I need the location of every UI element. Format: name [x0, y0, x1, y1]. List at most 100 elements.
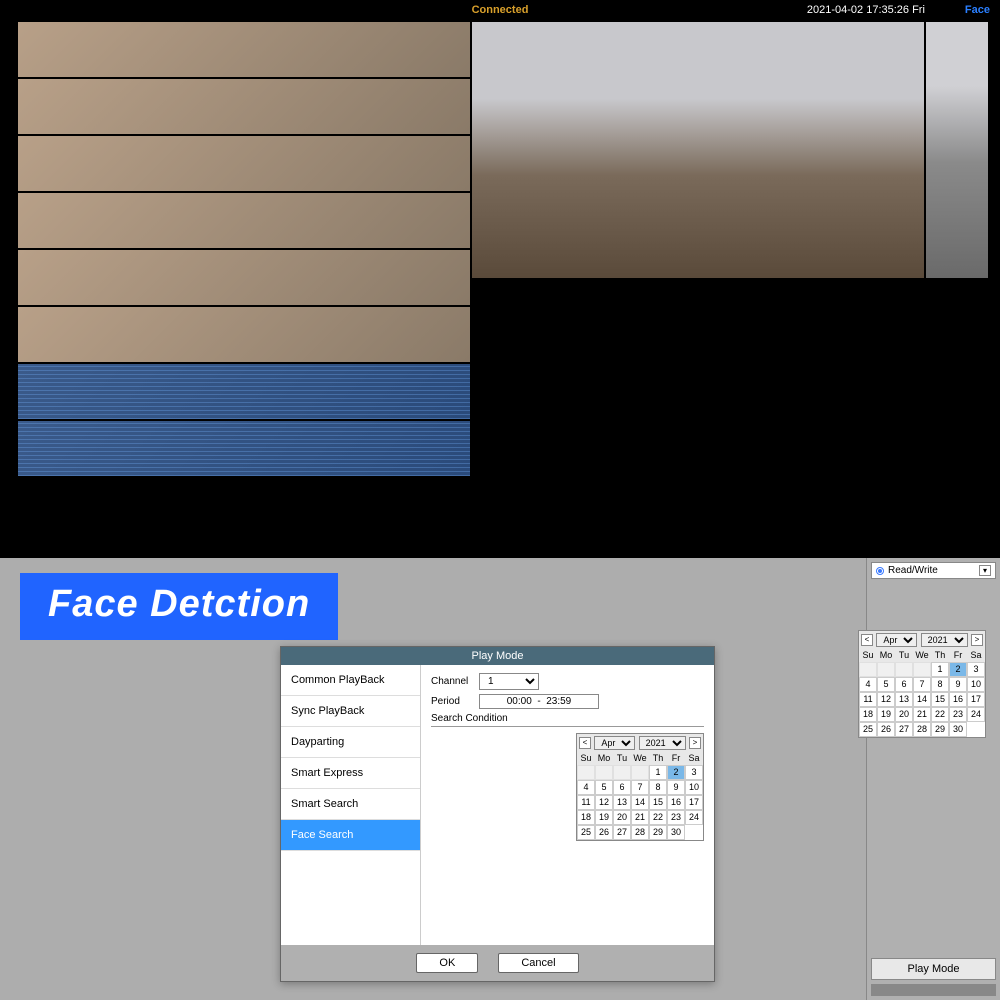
face-thumbnail[interactable]	[18, 307, 470, 362]
cal-next-icon[interactable]: >	[689, 737, 701, 749]
cal-day[interactable]: 4	[859, 677, 877, 692]
cal-day[interactable]: 29	[931, 722, 949, 737]
cal-day[interactable]: 28	[913, 722, 931, 737]
cal-day[interactable]: 20	[895, 707, 913, 722]
cal-day[interactable]: 13	[895, 692, 913, 707]
face-thumbnail[interactable]	[18, 79, 470, 134]
period-input[interactable]	[479, 694, 599, 709]
camera-feed-1[interactable]	[472, 22, 924, 278]
cal-day[interactable]: 19	[877, 707, 895, 722]
cal-day[interactable]: 18	[859, 707, 877, 722]
cal-day[interactable]: 2	[949, 662, 967, 677]
cal-prev-icon[interactable]: <	[861, 634, 873, 646]
face-scan-thumbnail[interactable]	[18, 421, 470, 476]
cal-day[interactable]: 3	[685, 765, 703, 780]
cal-day[interactable]: 26	[877, 722, 895, 737]
cal-day[interactable]: 16	[949, 692, 967, 707]
cal-prev-icon[interactable]: <	[579, 737, 591, 749]
cal-day[interactable]: 26	[595, 825, 613, 840]
cal-day[interactable]: 18	[577, 810, 595, 825]
cal-weekday: We	[913, 649, 931, 662]
cal-next-icon[interactable]: >	[971, 634, 983, 646]
cal-day[interactable]: 5	[877, 677, 895, 692]
face-thumbnail[interactable]	[18, 22, 470, 77]
cal-day[interactable]: 15	[931, 692, 949, 707]
cal-day[interactable]: 12	[877, 692, 895, 707]
cal-day[interactable]: 17	[685, 795, 703, 810]
cal-day[interactable]: 29	[649, 825, 667, 840]
cal-weekday: Su	[577, 752, 595, 765]
cal-day[interactable]: 3	[967, 662, 985, 677]
cal-day[interactable]: 15	[649, 795, 667, 810]
cal-day[interactable]: 10	[685, 780, 703, 795]
cal-day[interactable]: 24	[685, 810, 703, 825]
timestamp: 2021-04-02 17:35:26 Fri	[807, 4, 925, 16]
tab-dayparting[interactable]: Dayparting	[281, 727, 420, 758]
face-thumbnail[interactable]	[18, 250, 470, 305]
cal-day[interactable]: 17	[967, 692, 985, 707]
cal-day[interactable]: 14	[631, 795, 649, 810]
read-write-label: Read/Write	[888, 565, 938, 576]
cal-day[interactable]: 25	[859, 722, 877, 737]
cal-day[interactable]: 10	[967, 677, 985, 692]
cal-day[interactable]: 28	[631, 825, 649, 840]
cal-day[interactable]: 22	[931, 707, 949, 722]
cal-day[interactable]: 1	[649, 765, 667, 780]
tab-common-playback[interactable]: Common PlayBack	[281, 665, 420, 696]
play-mode-button[interactable]: Play Mode	[871, 958, 996, 980]
cal-weekday: Tu	[895, 649, 913, 662]
cal-year-select[interactable]: 2021	[921, 633, 968, 647]
cancel-button[interactable]: Cancel	[498, 953, 578, 973]
timeline-strip[interactable]	[871, 984, 996, 996]
nvr-live-view: Connected 2021-04-02 17:35:26 Fri Face H…	[0, 0, 1000, 558]
cal-day[interactable]: 6	[613, 780, 631, 795]
cal-day[interactable]: 22	[649, 810, 667, 825]
cal-day[interactable]: 19	[595, 810, 613, 825]
cal-day[interactable]: 13	[613, 795, 631, 810]
tab-smart-express[interactable]: Smart Express	[281, 758, 420, 789]
cal-day[interactable]: 8	[931, 677, 949, 692]
cal-day[interactable]: 16	[667, 795, 685, 810]
cal-day[interactable]: 23	[949, 707, 967, 722]
cal-day[interactable]: 30	[667, 825, 685, 840]
cal-day[interactable]: 7	[913, 677, 931, 692]
cal-day[interactable]: 11	[859, 692, 877, 707]
read-write-dropdown[interactable]: Read/Write ▾	[871, 562, 996, 579]
cal-year-select[interactable]: 2021	[639, 736, 686, 750]
tab-sync-playback[interactable]: Sync PlayBack	[281, 696, 420, 727]
cal-day[interactable]: 9	[949, 677, 967, 692]
cal-day[interactable]: 6	[895, 677, 913, 692]
cal-day[interactable]: 5	[595, 780, 613, 795]
cal-day[interactable]: 20	[613, 810, 631, 825]
cal-day[interactable]: 12	[595, 795, 613, 810]
ok-button[interactable]: OK	[416, 953, 478, 973]
cal-day[interactable]: 2	[667, 765, 685, 780]
tab-face-search[interactable]: Face Search	[281, 820, 420, 851]
cal-weekday: Sa	[967, 649, 985, 662]
cal-day[interactable]: 11	[577, 795, 595, 810]
cal-day[interactable]: 14	[913, 692, 931, 707]
cal-day[interactable]: 24	[967, 707, 985, 722]
cal-day[interactable]: 21	[631, 810, 649, 825]
cal-day[interactable]: 30	[949, 722, 967, 737]
camera-feed-2[interactable]	[926, 22, 988, 278]
cal-day[interactable]: 25	[577, 825, 595, 840]
face-scan-thumbnail[interactable]	[18, 364, 470, 419]
cal-day[interactable]: 27	[613, 825, 631, 840]
cal-day[interactable]: 1	[931, 662, 949, 677]
channel-select[interactable]: 1	[479, 673, 539, 690]
cal-weekday: We	[631, 752, 649, 765]
cal-month-select[interactable]: Apr	[876, 633, 917, 647]
cal-day[interactable]: 21	[913, 707, 931, 722]
cal-day[interactable]: 7	[631, 780, 649, 795]
cal-day[interactable]: 9	[667, 780, 685, 795]
cal-day[interactable]: 8	[649, 780, 667, 795]
face-thumbnail[interactable]	[18, 136, 470, 191]
cal-month-select[interactable]: Apr	[594, 736, 635, 750]
cal-day[interactable]: 4	[577, 780, 595, 795]
cal-day[interactable]: 27	[895, 722, 913, 737]
cal-day[interactable]: 23	[667, 810, 685, 825]
tab-smart-search[interactable]: Smart Search	[281, 789, 420, 820]
face-thumbnail[interactable]	[18, 193, 470, 248]
face-tab[interactable]: Face	[965, 4, 990, 16]
